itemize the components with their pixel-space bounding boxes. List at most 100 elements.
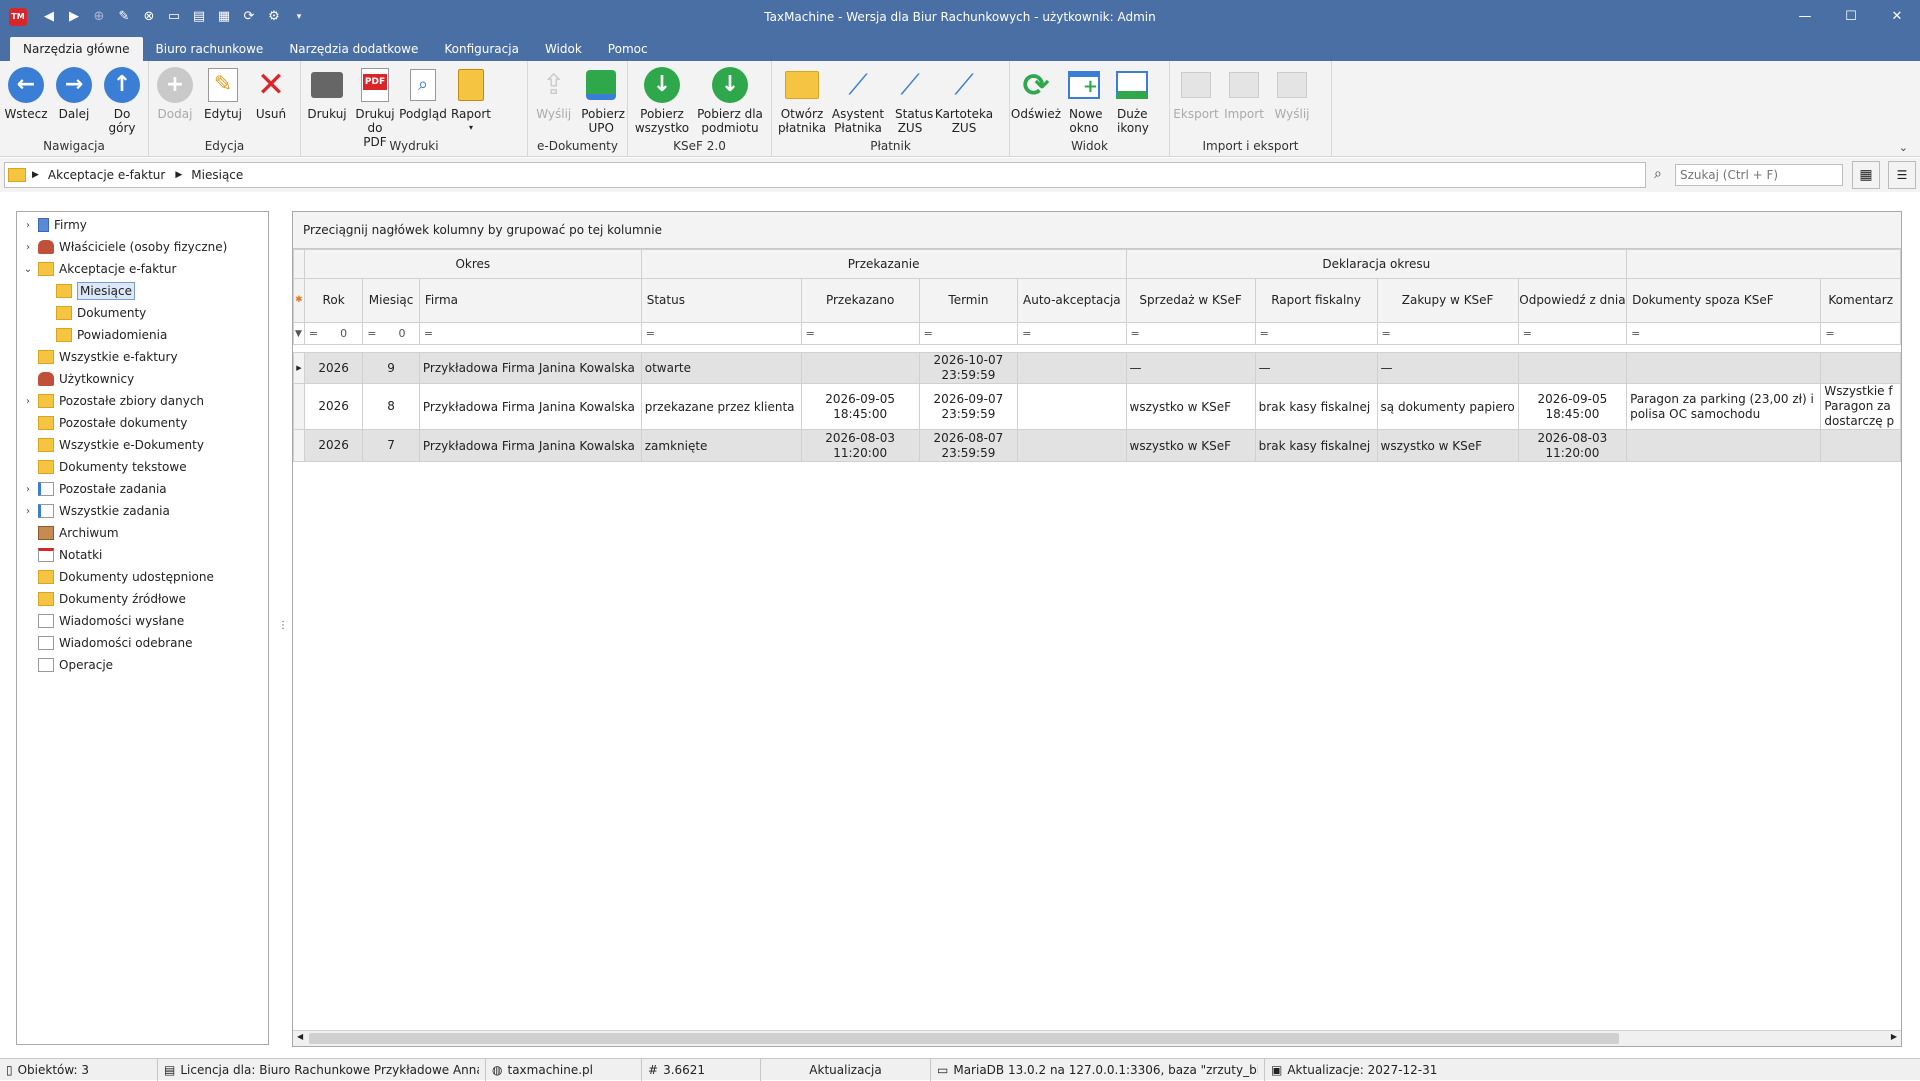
table-cell[interactable]: 2026-10-07 23:59:59 (918, 352, 1019, 384)
table-cell[interactable]: 2026-08-03 11:20:00 (800, 429, 920, 462)
tree-item[interactable]: › Pozostałe zadania (17, 478, 268, 500)
table-cell[interactable]: — (1254, 352, 1378, 384)
filter-cell[interactable]: = (640, 322, 802, 345)
tree-item[interactable]: › Firmy (17, 214, 268, 236)
column-header[interactable]: Raport fiskalny (1254, 278, 1378, 323)
table-cell[interactable] (800, 352, 920, 384)
filter-cell[interactable]: = (1517, 322, 1628, 345)
column-header[interactable]: Rok (303, 278, 364, 323)
table-row[interactable]: 2026 8 Przykładowa Firma Janina Kowalska pr… (293, 383, 1901, 430)
scrollbar-thumb[interactable] (309, 1033, 1619, 1044)
filter-cell[interactable]: = (1626, 322, 1822, 345)
table-cell[interactable]: wszystko w KSeF (1125, 429, 1256, 462)
column-header[interactable]: Miesiąc (362, 278, 420, 323)
filter-cell[interactable]: = (1376, 322, 1519, 345)
column-header[interactable]: Odpowiedź z dnia (1517, 278, 1628, 323)
tab-pomoc[interactable]: Pomoc (595, 37, 661, 61)
horizontal-scrollbar[interactable]: ◀ ▶ (293, 1030, 1901, 1046)
tab-narzedzia-dodatkowe[interactable]: Narzędzia dodatkowe (276, 37, 431, 61)
tree-item[interactable]: › Wszystkie zadania (17, 500, 268, 522)
row-indicator[interactable] (293, 383, 305, 430)
column-header[interactable]: Auto-akceptacja (1017, 278, 1127, 323)
table-cell[interactable]: — (1376, 352, 1519, 384)
column-header[interactable]: Komentarz (1820, 278, 1901, 323)
table-cell[interactable]: 7 (362, 429, 420, 462)
column-header[interactable]: Status (640, 278, 802, 323)
filter-cell[interactable]: = (1125, 322, 1256, 345)
tab-biuro-rachunkowe[interactable]: Biuro rachunkowe (143, 37, 277, 61)
breadcrumb-item[interactable]: Akceptacje e-faktur (48, 168, 165, 182)
tree-item[interactable]: Archiwum (17, 522, 268, 544)
column-header[interactable]: Firma (418, 278, 642, 323)
filter-button[interactable]: ☰ (1888, 161, 1916, 189)
table-cell[interactable]: 2026 (303, 383, 364, 430)
table-cell[interactable]: brak kasy fiskalnej (1254, 429, 1378, 462)
grid-view-button[interactable]: ▦ (1852, 161, 1880, 189)
table-cell[interactable]: 2026-09-05 18:45:00 (1517, 383, 1628, 430)
tree-item[interactable]: Użytkownicy (17, 368, 268, 390)
chevron-right-icon[interactable]: › (21, 484, 35, 495)
tab-widok[interactable]: Widok (532, 37, 595, 61)
splitter-handle[interactable]: ⋮ (278, 620, 288, 631)
tree-item[interactable]: Wiadomości wysłane (17, 610, 268, 632)
filter-cell[interactable]: = (918, 322, 1019, 345)
tree-item[interactable]: Miesiące (17, 280, 268, 302)
tree-item[interactable]: Wiadomości odebrane (17, 632, 268, 654)
table-cell[interactable]: są dokumenty papiero (1376, 383, 1519, 430)
filter-cell[interactable]: = 0 (303, 322, 364, 345)
table-cell[interactable] (1626, 429, 1822, 462)
table-cell[interactable]: zamknięte (640, 429, 802, 462)
tree-item[interactable]: Dokumenty udostępnione (17, 566, 268, 588)
table-cell[interactable]: 2026-09-07 23:59:59 (918, 383, 1019, 430)
chevron-down-icon[interactable]: ▾ (291, 9, 307, 25)
table-cell[interactable] (1017, 383, 1127, 430)
table-row[interactable]: 2026 7 Przykładowa Firma Janina Kowalska za… (293, 429, 1901, 462)
column-header[interactable]: Termin (918, 278, 1019, 323)
table-cell[interactable]: wszystko w KSeF (1125, 383, 1256, 430)
tab-konfiguracja[interactable]: Konfiguracja (431, 37, 532, 61)
tree-item[interactable]: Wszystkie e-Dokumenty (17, 434, 268, 456)
table-cell[interactable]: 9 (362, 352, 420, 384)
tree-item[interactable]: Pozostałe dokumenty (17, 412, 268, 434)
table-cell[interactable] (1017, 429, 1127, 462)
table-cell[interactable] (1626, 352, 1822, 384)
table-cell[interactable]: 2026 (303, 429, 364, 462)
chevron-right-icon[interactable]: › (21, 396, 35, 407)
collapse-ribbon-icon[interactable]: ⌄ (1899, 141, 1908, 154)
table-cell[interactable]: Paragon za parking (23,00 zł) i polisa O… (1626, 383, 1822, 430)
chevron-right-icon[interactable]: › (21, 506, 35, 517)
table-cell[interactable]: Przykładowa Firma Janina Kowalska (418, 383, 642, 430)
column-header[interactable]: Zakupy w KSeF (1376, 278, 1519, 323)
table-cell[interactable]: 2026-08-07 23:59:59 (918, 429, 1019, 462)
table-cell[interactable] (1820, 352, 1901, 384)
column-header[interactable]: Przekazano (800, 278, 920, 323)
row-pointer-icon[interactable]: ▶ (293, 352, 305, 384)
gear-icon[interactable]: ⚙ (266, 9, 282, 25)
minimize-button[interactable]: — (1782, 0, 1828, 33)
table-cell[interactable]: Wszystkie f Paragon za dostarczę p (1820, 383, 1901, 430)
chevron-right-icon[interactable]: › (21, 220, 35, 231)
tree-item[interactable]: Dokumenty źródłowe (17, 588, 268, 610)
refresh-icon[interactable]: ⟳ (241, 9, 257, 25)
tab-narzedzia-glowne[interactable]: Narzędzia główne (10, 37, 143, 61)
table-cell[interactable] (1517, 352, 1628, 384)
filter-cell[interactable]: = (1820, 322, 1901, 345)
group-by-area[interactable]: Przeciągnij nagłówek kolumny by grupować… (293, 212, 1901, 249)
scroll-left-icon[interactable]: ◀ (297, 1032, 303, 1041)
maximize-button[interactable]: ☐ (1828, 0, 1874, 33)
status-update-button[interactable]: Aktualizacja (761, 1058, 931, 1081)
table-cell[interactable]: 2026-08-03 11:20:00 (1517, 429, 1628, 462)
filter-cell[interactable]: = 0 (362, 322, 420, 345)
table-cell[interactable]: brak kasy fiskalnej (1254, 383, 1378, 430)
forward-icon[interactable]: ▶ (66, 9, 82, 25)
delete-icon[interactable]: ⊗ (141, 9, 157, 25)
tree-item[interactable]: Powiadomienia (17, 324, 268, 346)
close-button[interactable]: ✕ (1874, 0, 1920, 33)
search-input[interactable] (1675, 164, 1843, 186)
print-icon[interactable]: ▭ (166, 9, 182, 25)
table-row[interactable]: ▶ 2026 9 Przykładowa Firma Janina Kowalska o… (293, 352, 1901, 384)
tree-item[interactable]: Dokumenty tekstowe (17, 456, 268, 478)
add-icon[interactable]: ⊕ (91, 9, 107, 25)
tree-item[interactable]: › Pozostałe zbiory danych (17, 390, 268, 412)
table-cell[interactable]: 2026-09-05 18:45:00 (800, 383, 920, 430)
